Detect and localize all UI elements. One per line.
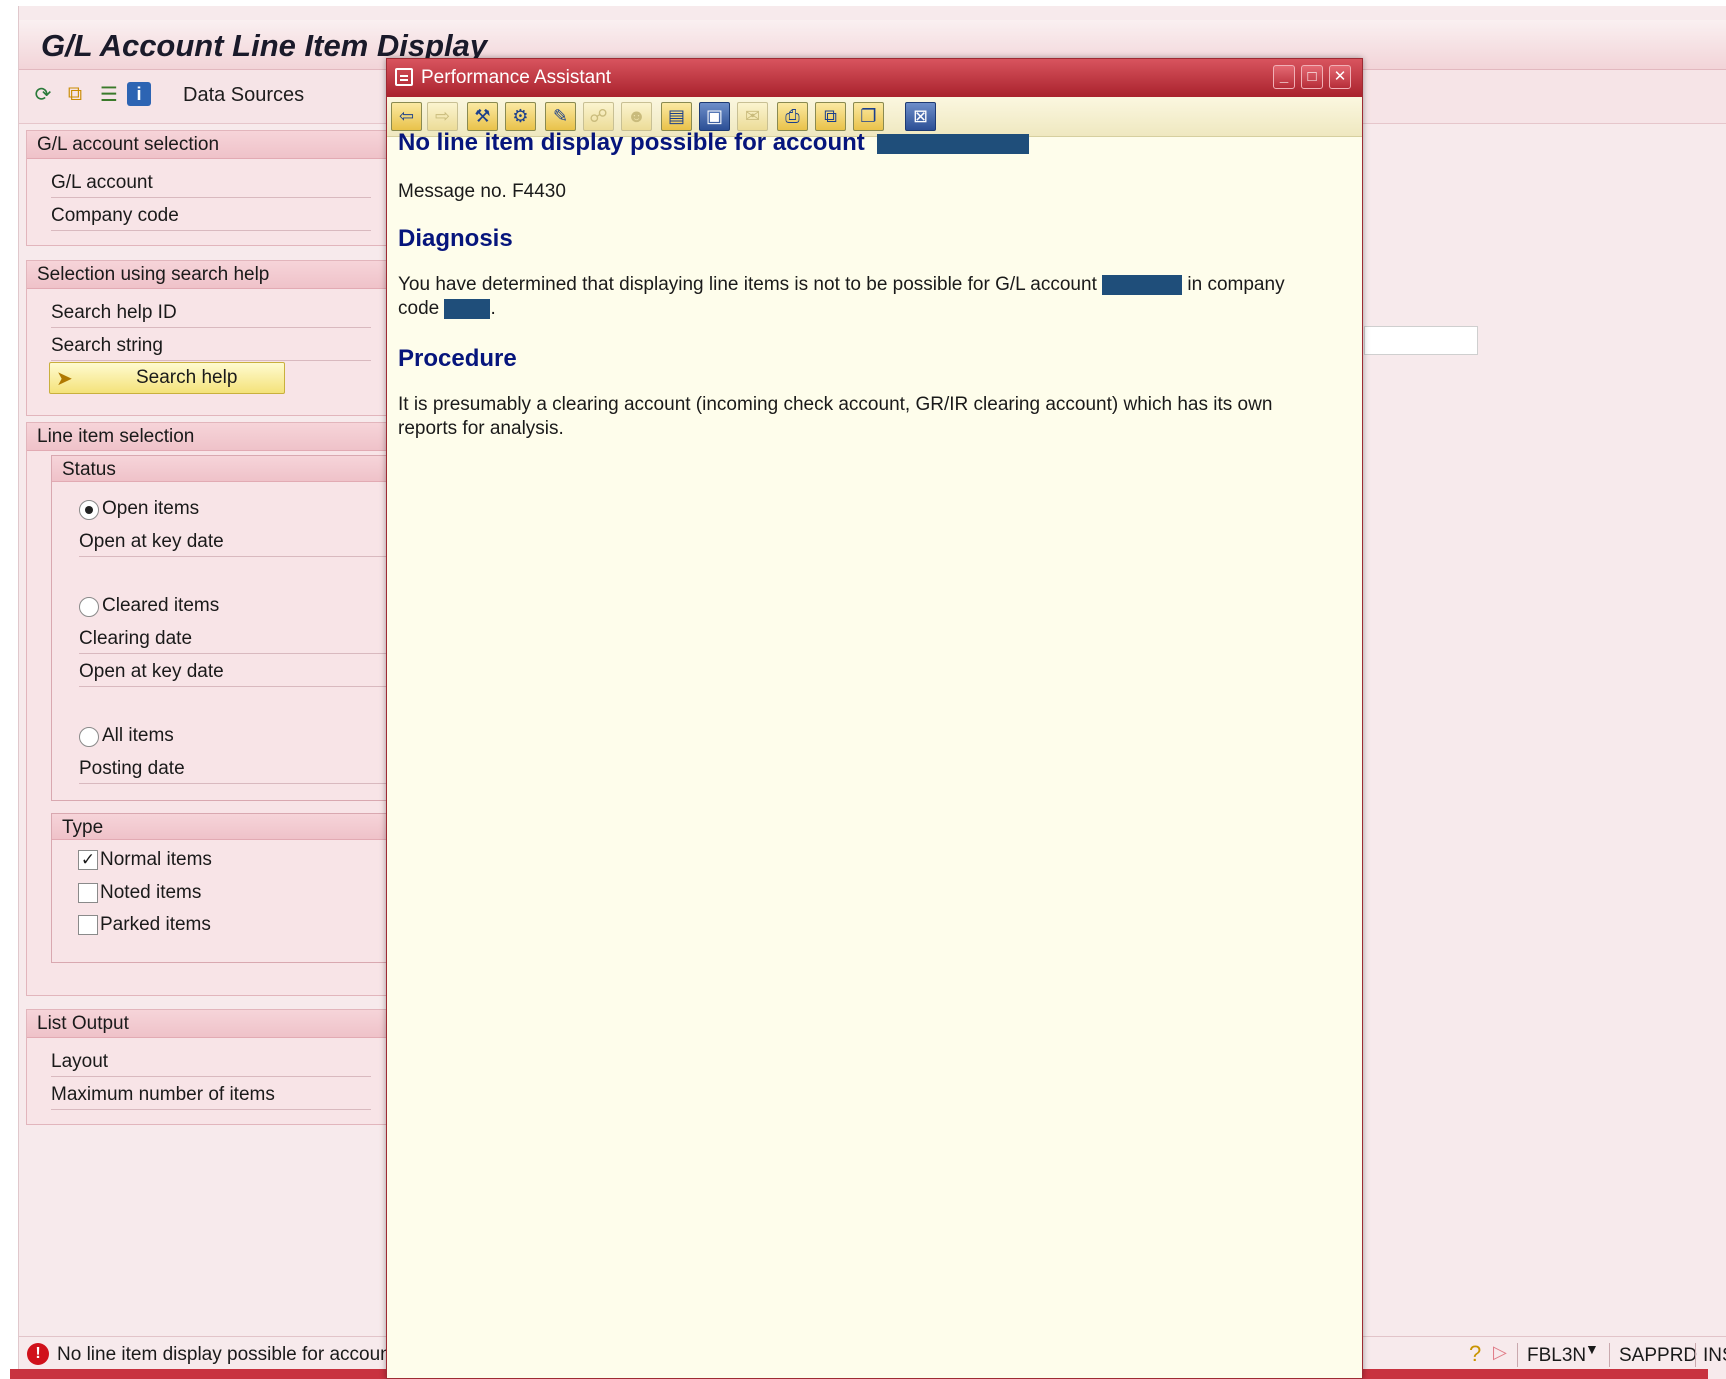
message-heading-text: No line item display possible for accoun… bbox=[398, 129, 865, 156]
redacted-gl-account bbox=[1102, 274, 1183, 295]
cleared-open-at-key-date-label: Open at key date bbox=[79, 661, 399, 687]
search-string-input[interactable] bbox=[1364, 326, 1478, 355]
diagnosis-text-part: . bbox=[490, 298, 496, 319]
data-sources-button[interactable]: Data Sources bbox=[183, 84, 304, 107]
transaction-code: FBL3N bbox=[1527, 1345, 1587, 1366]
system-id: SAPPRD bbox=[1619, 1345, 1698, 1366]
layout-label: Layout bbox=[51, 1051, 371, 1077]
disabled-user-icon: ☻ bbox=[621, 102, 652, 131]
input-mode: INS bbox=[1703, 1345, 1726, 1366]
settings-icon[interactable]: ⚙ bbox=[505, 102, 536, 131]
diagnosis-text-part: You have determined that displaying line… bbox=[398, 274, 1097, 295]
edit-icon[interactable]: ✎ bbox=[545, 102, 576, 131]
minimize-button[interactable]: _ bbox=[1273, 65, 1295, 89]
procedure-title: Procedure bbox=[398, 345, 517, 372]
popup-title: Performance Assistant bbox=[421, 67, 612, 88]
gl-account-label: G/L account bbox=[51, 172, 371, 198]
play-icon[interactable]: ▷ bbox=[1493, 1342, 1507, 1363]
copy-icon[interactable]: ⧉ bbox=[61, 80, 89, 108]
open-items-label: Open items bbox=[102, 498, 200, 519]
disabled-comment-icon: ✉ bbox=[737, 102, 768, 131]
all-items-radio[interactable] bbox=[79, 727, 99, 747]
cleared-items-radio[interactable] bbox=[79, 597, 99, 617]
copy-icon[interactable]: ❐ bbox=[853, 102, 884, 131]
display-icon[interactable]: ▤ bbox=[661, 102, 692, 131]
message-heading: No line item display possible for accoun… bbox=[398, 129, 1030, 157]
separator bbox=[1695, 1343, 1696, 1367]
message-number: Message no. F4430 bbox=[398, 181, 566, 202]
close-button[interactable]: ✕ bbox=[1329, 65, 1351, 89]
diagnosis-title: Diagnosis bbox=[398, 225, 513, 252]
popup-title-bar[interactable]: Performance Assistant _ □ ✕ bbox=[387, 59, 1362, 97]
back-icon[interactable]: ⇦ bbox=[391, 102, 422, 131]
redacted-account bbox=[877, 133, 1030, 154]
multicolor-list-icon[interactable]: ☰ bbox=[95, 80, 123, 108]
cleared-items-label: Cleared items bbox=[102, 595, 220, 616]
all-items-label: All items bbox=[102, 725, 174, 746]
search-help-label: Search help bbox=[136, 367, 238, 388]
normal-items-label: Normal items bbox=[100, 849, 212, 870]
search-help-id-label: Search help ID bbox=[51, 302, 371, 328]
disabled-link-icon: ☍ bbox=[583, 102, 614, 131]
execute-icon[interactable]: ⟳ bbox=[29, 80, 57, 108]
help-icon[interactable]: ? bbox=[1469, 1341, 1481, 1367]
performance-assistant-window: Performance Assistant _ □ ✕ ⇦ ⇨ ⚒ ⚙ ✎ ☍ … bbox=[386, 58, 1363, 1379]
open-items-radio[interactable] bbox=[79, 500, 99, 520]
forward-icon[interactable]: ⇨ bbox=[427, 102, 458, 131]
search-string-label: Search string bbox=[51, 335, 371, 361]
close-icon[interactable]: ⊠ bbox=[905, 102, 936, 131]
procedure-text: It is presumably a clearing account (inc… bbox=[398, 394, 1273, 439]
error-icon: ! bbox=[27, 1343, 49, 1365]
window-icon bbox=[395, 68, 413, 86]
parked-items-checkbox[interactable] bbox=[78, 915, 98, 935]
diagnosis-text-part: code bbox=[398, 298, 440, 319]
separator bbox=[1517, 1343, 1518, 1367]
diagnosis-text: You have determined that displaying line… bbox=[398, 273, 1338, 321]
normal-items-checkbox[interactable]: ✓ bbox=[78, 850, 98, 870]
screen-icon[interactable]: ▣ bbox=[699, 102, 730, 131]
separator bbox=[1609, 1343, 1610, 1367]
info-icon[interactable]: i bbox=[127, 82, 151, 106]
status-message[interactable]: No line item display possible for accoun… bbox=[57, 1344, 396, 1366]
search-help-button[interactable]: ➤ Search help bbox=[49, 362, 285, 394]
diagnosis-text-part: in company bbox=[1187, 274, 1285, 295]
max-items-label: Maximum number of items bbox=[51, 1084, 371, 1110]
print-icon[interactable]: ⎙ bbox=[777, 102, 808, 131]
search-help-icon: ➤ bbox=[56, 368, 73, 390]
noted-items-checkbox[interactable] bbox=[78, 883, 98, 903]
export-icon[interactable]: ⧉ bbox=[815, 102, 846, 131]
posting-date-label: Posting date bbox=[79, 758, 399, 784]
dropdown-icon[interactable]: ▼ bbox=[1585, 1341, 1599, 1357]
parked-items-label: Parked items bbox=[100, 914, 211, 935]
technical-info-icon[interactable]: ⚒ bbox=[467, 102, 498, 131]
maximize-button[interactable]: □ bbox=[1301, 65, 1323, 89]
redacted-company-code bbox=[444, 298, 491, 319]
company-code-label: Company code bbox=[51, 205, 371, 231]
noted-items-label: Noted items bbox=[100, 882, 202, 903]
clearing-date-label: Clearing date bbox=[79, 628, 399, 654]
open-at-key-date-label: Open at key date bbox=[79, 531, 399, 557]
